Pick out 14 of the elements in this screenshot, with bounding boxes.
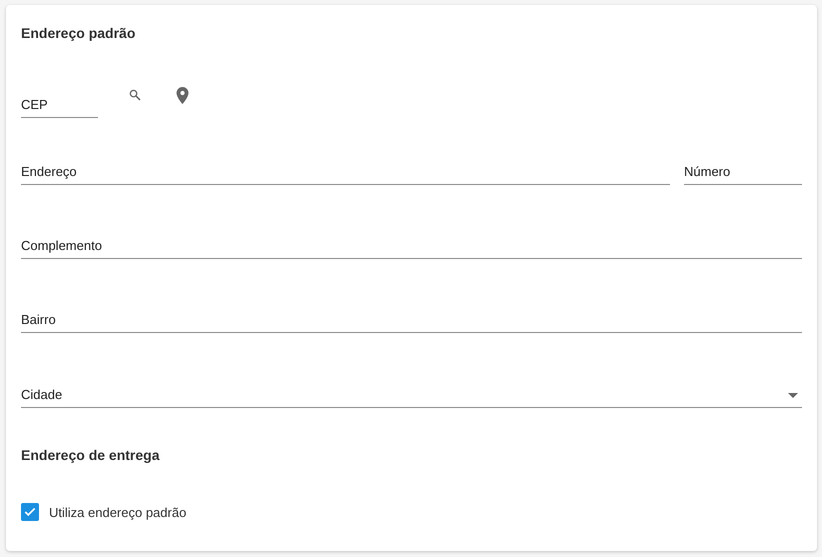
city-select[interactable]: Cidade [21,376,802,408]
checkmark-icon [23,505,37,519]
input-field[interactable]: Número [684,153,802,185]
map-pin-icon [176,86,188,104]
checkbox[interactable] [21,503,39,521]
input-field[interactable]: Endereço [21,153,670,185]
checkbox-label: Utiliza endereço padrão [49,504,186,520]
section-title: Endereço padrão [21,24,136,43]
input-field[interactable]: CEP [21,86,98,118]
section-title: Endereço de entrega [21,446,160,465]
caret-icon [788,393,798,398]
input-field[interactable]: Complemento [21,227,802,259]
input-field[interactable]: Bairro [21,301,802,333]
search-icon [128,88,142,102]
